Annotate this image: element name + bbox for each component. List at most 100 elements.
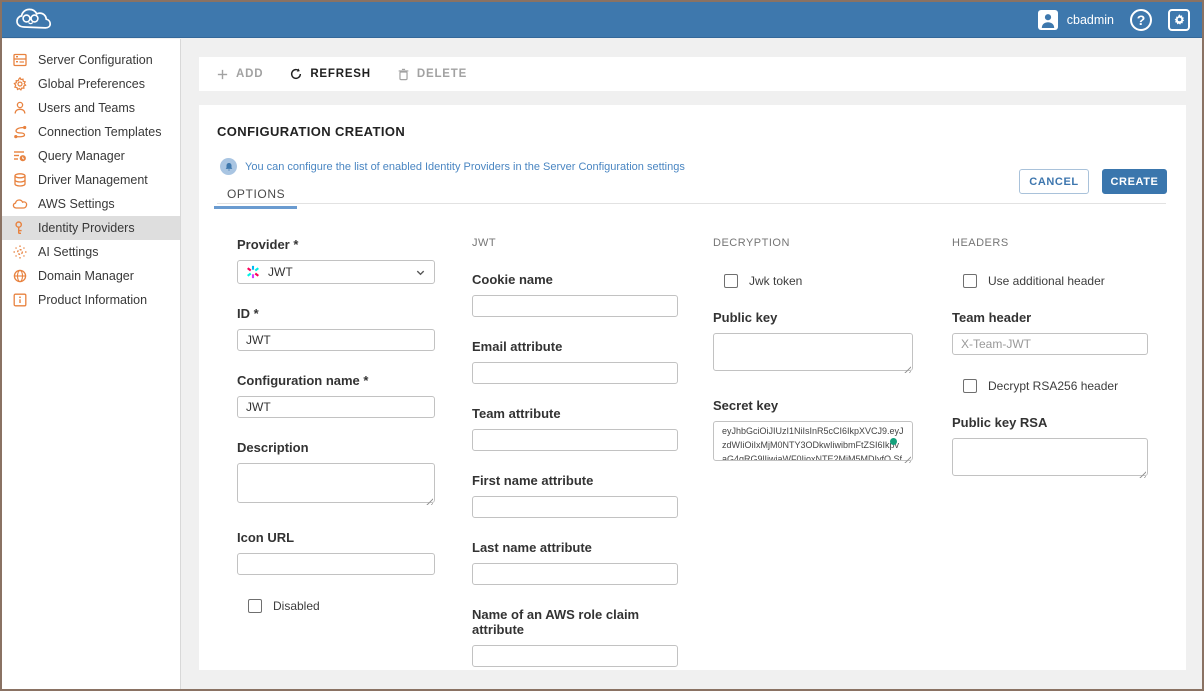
sidebar-item-aws-settings[interactable]: AWS Settings — [2, 192, 180, 216]
trash-icon — [397, 68, 410, 81]
toolbar: ADD REFRESH DELETE — [199, 57, 1186, 91]
info-message: You can configure the list of enabled Id… — [220, 158, 685, 175]
secret-key-textarea[interactable]: eyJhbGciOiJIUzI1NiIsInR5cCI6IkpXVCJ9.eyJ… — [713, 421, 913, 461]
sidebar-item-domain-manager[interactable]: Domain Manager — [2, 264, 180, 288]
user-avatar-icon — [1037, 9, 1059, 31]
jwt-column: JWT Cookie name Email attribute Team att… — [472, 237, 678, 667]
icon-url-input[interactable] — [237, 553, 435, 575]
sidebar-item-driver-management[interactable]: Driver Management — [2, 168, 180, 192]
chevron-down-icon — [415, 267, 426, 278]
description-textarea[interactable] — [237, 463, 435, 503]
sidebar-item-global-preferences[interactable]: Global Preferences — [2, 72, 180, 96]
refresh-button-label: REFRESH — [310, 68, 371, 80]
configuration-name-input[interactable] — [237, 396, 435, 418]
email-attribute-label: Email attribute — [472, 339, 678, 354]
page-title: CONFIGURATION CREATION — [217, 124, 405, 139]
team-header-label: Team header — [952, 310, 1148, 325]
team-header-input[interactable] — [952, 333, 1148, 355]
sidebar-item-label: Product Information — [38, 293, 147, 307]
first-name-attribute-label: First name attribute — [472, 473, 678, 488]
use-additional-header-checkbox[interactable] — [963, 274, 977, 288]
id-label: ID * — [237, 306, 435, 321]
last-name-attribute-label: Last name attribute — [472, 540, 678, 555]
jwt-logo-icon — [246, 265, 260, 279]
database-icon — [12, 172, 28, 188]
id-input[interactable] — [237, 329, 435, 351]
description-label: Description — [237, 440, 435, 455]
team-attribute-input[interactable] — [472, 429, 678, 451]
configuration-creation-panel: CONFIGURATION CREATION You can configure… — [199, 105, 1186, 670]
help-glyph: ? — [1137, 12, 1146, 28]
cloud-icon — [12, 196, 28, 212]
sidebar-item-label: Domain Manager — [38, 269, 134, 283]
refresh-icon — [289, 67, 303, 81]
configuration-name-label: Configuration name * — [237, 373, 435, 388]
sidebar-item-label: Global Preferences — [38, 77, 145, 91]
sidebar-item-ai-settings[interactable]: AI Settings — [2, 240, 180, 264]
sidebar-item-server-configuration[interactable]: Server Configuration — [2, 48, 180, 72]
secret-key-indicator-dot — [890, 438, 897, 445]
query-icon — [12, 148, 28, 164]
headers-section-header: HEADERS — [952, 237, 1148, 250]
use-additional-header-checkbox-row: Use additional header — [963, 274, 1148, 288]
decrypt-rsa256-header-checkbox-label: Decrypt RSA256 header — [988, 379, 1118, 393]
delete-button[interactable]: DELETE — [397, 68, 467, 81]
sidebar-item-label: Driver Management — [38, 173, 148, 187]
jwk-token-checkbox-row: Jwk token — [724, 274, 913, 288]
sidebar-item-query-manager[interactable]: Query Manager — [2, 144, 180, 168]
first-name-attribute-input[interactable] — [472, 496, 678, 518]
refresh-button[interactable]: REFRESH — [289, 67, 371, 81]
last-name-attribute-input[interactable] — [472, 563, 678, 585]
sidebar-item-label: Server Configuration — [38, 53, 153, 67]
add-button[interactable]: ADD — [216, 68, 263, 81]
sidebar-item-users-and-teams[interactable]: Users and Teams — [2, 96, 180, 120]
secret-key-label: Secret key — [713, 398, 913, 413]
disabled-checkbox[interactable] — [248, 599, 262, 613]
provider-label: Provider * — [237, 237, 435, 252]
public-key-rsa-label: Public key RSA — [952, 415, 1148, 430]
delete-button-label: DELETE — [417, 68, 467, 80]
info-icon — [12, 292, 28, 308]
decryption-section-header: DECRYPTION — [713, 237, 913, 250]
cookie-name-input[interactable] — [472, 295, 678, 317]
info-message-text: You can configure the list of enabled Id… — [245, 161, 685, 173]
sidebar-item-label: Users and Teams — [38, 101, 135, 115]
general-column: Provider * JWT ID * Configuration — [237, 237, 435, 613]
disabled-checkbox-row: Disabled — [248, 599, 435, 613]
sidebar-item-label: Identity Providers — [38, 221, 135, 235]
connection-icon — [12, 124, 28, 140]
globe-icon — [12, 268, 28, 284]
help-icon[interactable]: ? — [1130, 9, 1152, 31]
aws-role-claim-attribute-input[interactable] — [472, 645, 678, 667]
user-menu[interactable]: cbadmin — [1037, 9, 1114, 31]
sidebar-item-label: AWS Settings — [38, 197, 115, 211]
public-key-rsa-textarea[interactable] — [952, 438, 1148, 476]
jwk-token-checkbox-label: Jwk token — [749, 274, 802, 288]
cloudbeaver-logo-icon — [14, 6, 58, 34]
add-button-label: ADD — [236, 68, 263, 80]
disabled-checkbox-label: Disabled — [273, 599, 320, 613]
jwk-token-checkbox[interactable] — [724, 274, 738, 288]
email-attribute-input[interactable] — [472, 362, 678, 384]
aws-role-claim-attribute-label: Name of an AWS role claim attribute — [472, 607, 678, 637]
tab-bar: OPTIONS — [217, 185, 1166, 204]
headers-column: HEADERS Use additional header Team heade… — [952, 237, 1148, 481]
sidebar-item-identity-providers[interactable]: Identity Providers — [2, 216, 180, 240]
cookie-name-label: Cookie name — [472, 272, 678, 287]
sidebar-item-product-information[interactable]: Product Information — [2, 288, 180, 312]
team-attribute-label: Team attribute — [472, 406, 678, 421]
decrypt-rsa256-header-checkbox-row: Decrypt RSA256 header — [963, 379, 1148, 393]
provider-select[interactable]: JWT — [237, 260, 435, 284]
plus-icon — [216, 68, 229, 81]
app-window: cbadmin ? Server Configuration Global Pr… — [0, 0, 1204, 691]
provider-value: JWT — [268, 265, 407, 279]
sidebar-item-connection-templates[interactable]: Connection Templates — [2, 120, 180, 144]
key-icon — [12, 220, 28, 236]
decryption-column: DECRYPTION Jwk token Public key Secret k… — [713, 237, 913, 466]
sidebar-item-label: Connection Templates — [38, 125, 161, 139]
public-key-textarea[interactable] — [713, 333, 913, 371]
decrypt-rsa256-header-checkbox[interactable] — [963, 379, 977, 393]
tab-options[interactable]: OPTIONS — [217, 187, 297, 207]
settings-gear-icon[interactable] — [1168, 9, 1190, 31]
jwt-section-header: JWT — [472, 237, 678, 250]
